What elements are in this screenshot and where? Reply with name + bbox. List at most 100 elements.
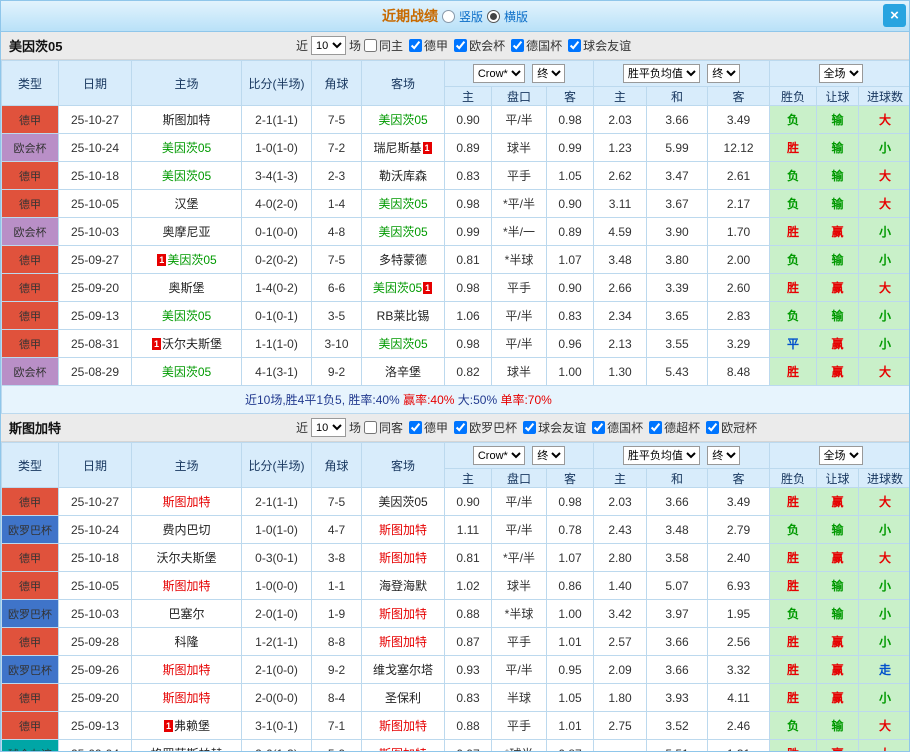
crow-away-odds: 1.01 — [545, 711, 595, 740]
team-text: 美因茨05 — [161, 141, 212, 155]
layout-radio-selected[interactable] — [487, 9, 500, 23]
corner-score: 3-5 — [311, 301, 362, 330]
final-avg-select[interactable]: 终 — [707, 446, 741, 465]
result-handicap: 输 — [816, 133, 860, 162]
table-row: 德甲 25-09-27 1 美因茨05 0-2(0-2) 7-5 多特蒙德 0.81 *半球 1.… — [1, 245, 909, 274]
checkbox-同主[interactable] — [364, 39, 378, 52]
result-handicap: 赢 — [816, 273, 860, 302]
recent-count-select[interactable]: 10 — [311, 418, 347, 437]
odds-win: 2.03 — [593, 105, 648, 134]
checkbox-同客[interactable] — [364, 421, 378, 434]
table-row: 德甲 25-10-27 斯图加特 2-1(1-1) 7-5 美因茨05 0.90 平/半 0.9… — [1, 487, 909, 516]
final-avg-select[interactable]: 终 — [707, 64, 741, 83]
subcol-crow-away: 客 — [545, 468, 595, 488]
match-type-badge: 欧会杯 — [1, 357, 59, 386]
handicap: 平手 — [491, 627, 547, 656]
corner-score: 7-5 — [311, 487, 362, 516]
team-text: 美因茨05 — [161, 365, 212, 379]
layout-radio[interactable] — [441, 9, 455, 23]
odds-win — [593, 739, 648, 751]
filter-checkbox-球会友谊[interactable]: 球会友谊 — [568, 37, 631, 54]
summary-segment: 赢率:40% — [399, 393, 455, 407]
result-wdl: 负 — [769, 711, 818, 740]
filter-checkbox-球会友谊[interactable]: 球会友谊 — [523, 419, 586, 436]
odds-win: 2.09 — [593, 655, 648, 684]
odds-win: 1.40 — [593, 571, 648, 600]
layout-radio-label[interactable]: 竖版 — [459, 8, 483, 25]
team-text: 斯图加特 — [379, 747, 427, 751]
checkbox-球会友谊[interactable] — [523, 421, 537, 434]
result-goals: 大 — [858, 189, 909, 218]
recent-count-select[interactable]: 10 — [311, 36, 347, 55]
crow-company-select[interactable]: Crow* — [472, 64, 525, 83]
odds-win: 2.66 — [593, 273, 648, 302]
handicap: 平/半 — [491, 301, 547, 330]
filter-checkbox-德甲[interactable]: 德甲 — [409, 419, 448, 436]
filter-checkbox-欧会杯[interactable]: 欧会杯 — [454, 37, 505, 54]
checkbox-球会友谊[interactable] — [568, 39, 582, 52]
match-type-badge: 欧会杯 — [1, 217, 59, 246]
corner-score: 3-10 — [311, 329, 362, 358]
close-button[interactable]: × — [883, 4, 906, 27]
filter-checkbox-德国杯[interactable]: 德国杯 — [511, 37, 562, 54]
fulltime-select[interactable]: 全场 — [818, 64, 863, 83]
filter-checkbox-德国杯[interactable]: 德国杯 — [592, 419, 643, 436]
table-row: 德甲 25-08-31 1 沃尔夫斯堡 1-1(1-0) 3-10 美因茨05 0.98 平/半… — [1, 329, 909, 358]
home-team: 奥摩尼亚 — [131, 217, 242, 246]
wdl-average-select[interactable]: 胜平负均值 — [622, 64, 700, 83]
fulltime-select[interactable]: 全场 — [818, 446, 863, 465]
team-text: 维戈塞尔塔 — [372, 663, 433, 677]
away-team: 勒沃库森 — [361, 161, 445, 190]
checkbox-欧会杯[interactable] — [454, 39, 468, 52]
match-date: 25-09-13 — [58, 711, 132, 740]
team-text: 斯图加特 — [378, 635, 427, 649]
team-text: 斯图加特 — [162, 579, 211, 593]
layout-radio-label[interactable]: 横版 — [504, 8, 528, 25]
checkbox-德超杯[interactable] — [649, 421, 663, 434]
filter-checkbox-同客[interactable]: 同客 — [364, 419, 403, 436]
crow-away-odds: 0.98 — [545, 105, 595, 134]
odds-draw: 5.99 — [646, 133, 709, 162]
final-odds-select[interactable]: 终 — [532, 64, 566, 83]
checkbox-德国杯[interactable] — [592, 421, 606, 434]
table-row: 德甲 25-09-28 科隆 1-2(1-1) 8-8 斯图加特 0.87 平手 1.01 2.5… — [1, 627, 909, 656]
final-odds-select[interactable]: 终 — [532, 446, 566, 465]
checkbox-德甲[interactable] — [409, 39, 423, 52]
match-score: 0-1(0-0) — [241, 217, 312, 246]
col-corner: 角球 — [311, 442, 362, 488]
col-away: 客场 — [361, 442, 445, 488]
match-score: 2-6(1-3) — [241, 739, 312, 751]
filter-checkbox-欧罗巴杯[interactable]: 欧罗巴杯 — [454, 419, 517, 436]
filter-checkbox-欧冠杯[interactable]: 欧冠杯 — [706, 419, 757, 436]
odds-win: 4.59 — [593, 217, 648, 246]
odds-lose: 12.12 — [707, 133, 771, 162]
checkbox-德国杯[interactable] — [511, 39, 525, 52]
checkbox-德甲[interactable] — [409, 421, 423, 434]
summary-segment: 大:50% — [454, 393, 498, 407]
handicap: *平/半 — [491, 543, 547, 572]
crow-company-select[interactable]: Crow* — [472, 446, 525, 465]
filter-checkbox-德超杯[interactable]: 德超杯 — [649, 419, 700, 436]
match-score: 1-4(0-2) — [241, 273, 312, 302]
result-handicap: 赢 — [816, 627, 860, 656]
match-type-badge: 球会友谊 — [1, 739, 59, 751]
home-team: 1 弗赖堡 — [131, 711, 242, 740]
summary-text: 近10场,胜4平1负5, 胜率:40% 赢率:40% 大:50% 单率:70% — [1, 385, 909, 414]
away-team: 美因茨05 — [361, 189, 445, 218]
table-row: 德甲 25-10-05 汉堡 4-0(2-0) 1-4 美因茨05 0.98 *平/半 0.90… — [1, 189, 909, 218]
wdl-average-select[interactable]: 胜平负均值 — [622, 446, 700, 465]
subcol-wdl-result: 胜负 — [769, 468, 818, 488]
checkbox-欧冠杯[interactable] — [706, 421, 720, 434]
corner-score: 7-5 — [311, 245, 362, 274]
crow-home-odds: 1.02 — [444, 571, 492, 600]
filter-checkbox-同主[interactable]: 同主 — [364, 37, 403, 54]
match-date: 25-09-20 — [58, 683, 132, 712]
match-type-badge: 德甲 — [1, 543, 59, 572]
result-goals: 大 — [858, 161, 909, 190]
match-date: 25-10-27 — [58, 487, 132, 516]
result-goals: 小 — [858, 515, 909, 544]
table-row: 德甲 25-10-27 斯图加特 2-1(1-1) 7-5 美因茨05 0.90 平/半 0.9… — [1, 105, 909, 134]
checkbox-欧罗巴杯[interactable] — [454, 421, 468, 434]
filter-checkbox-德甲[interactable]: 德甲 — [409, 37, 448, 54]
avg-odds-header: 胜平负均值 终 — [593, 60, 771, 87]
